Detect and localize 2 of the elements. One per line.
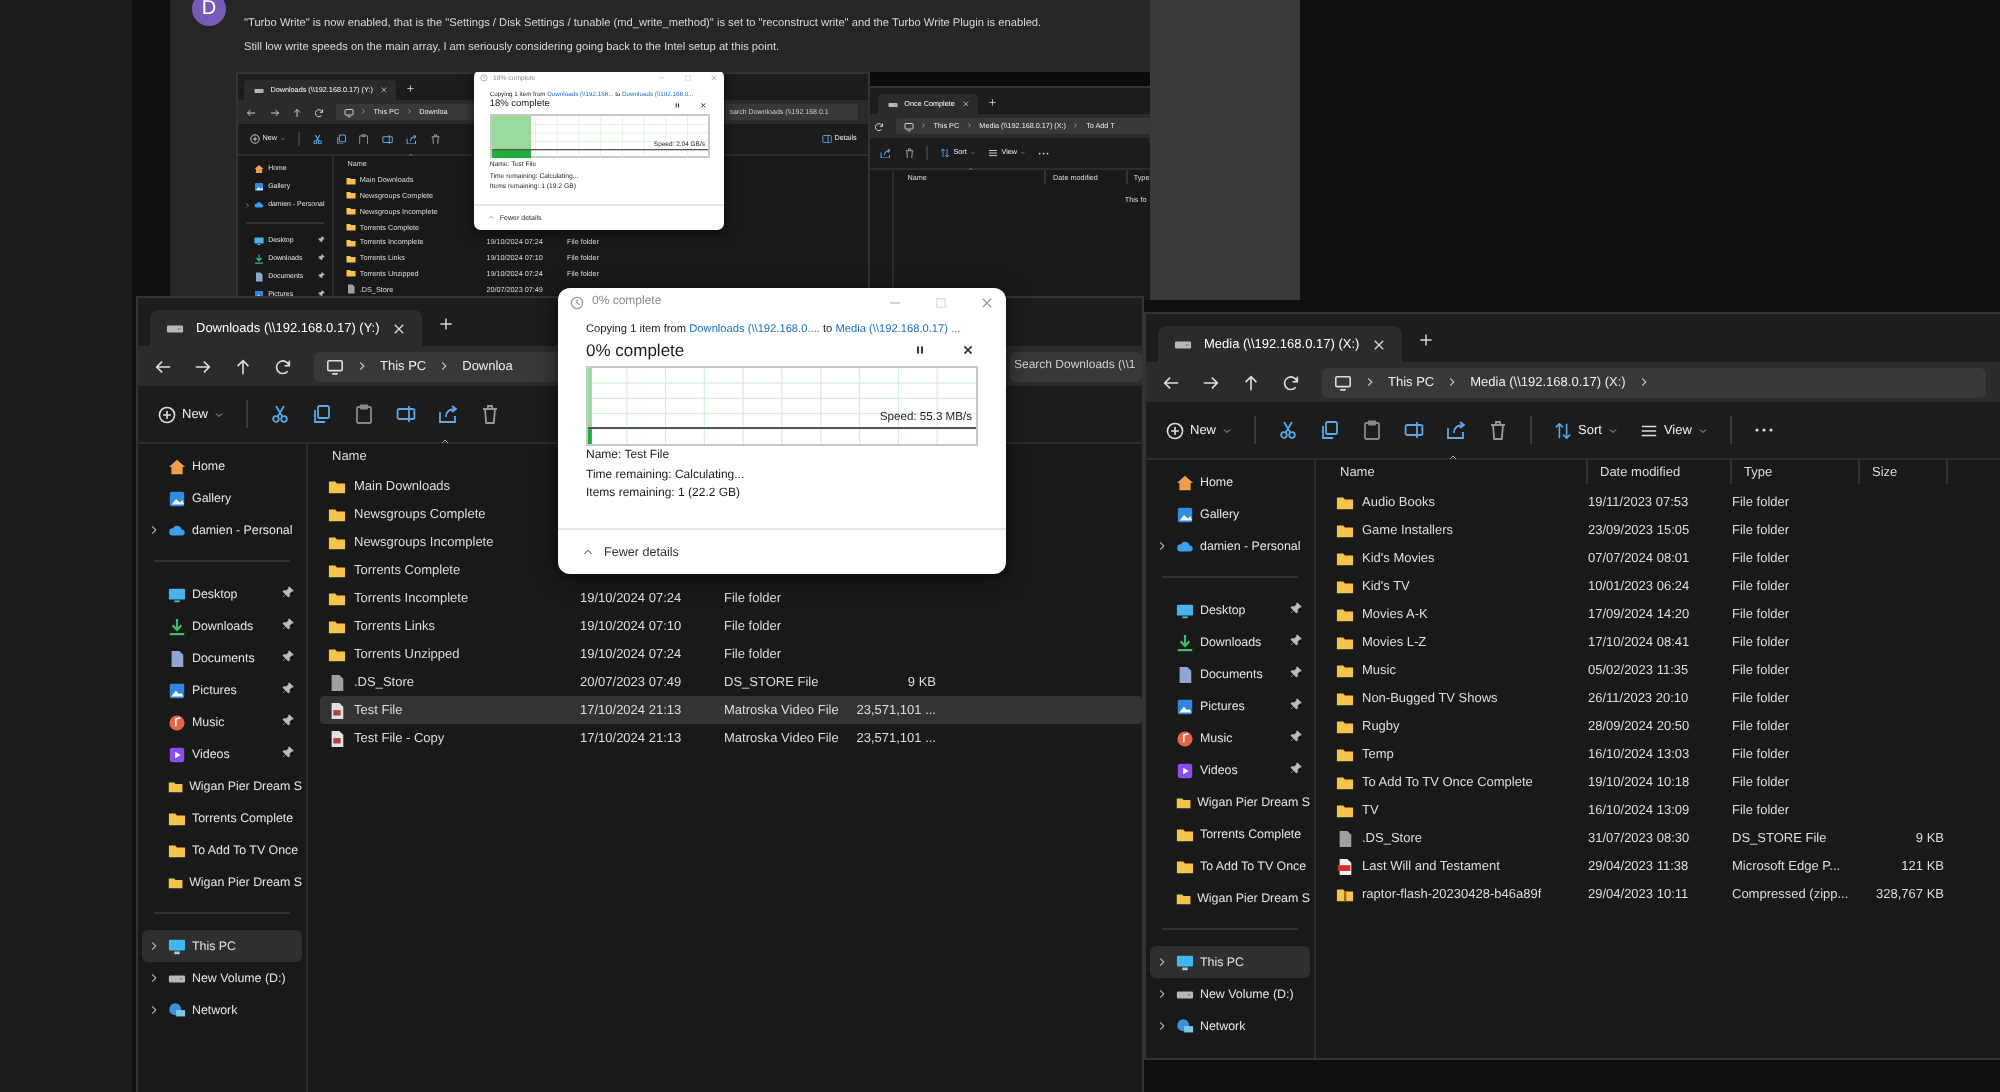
progress-heading: 0% complete [586, 340, 685, 360]
avatar: D [192, 0, 226, 26]
